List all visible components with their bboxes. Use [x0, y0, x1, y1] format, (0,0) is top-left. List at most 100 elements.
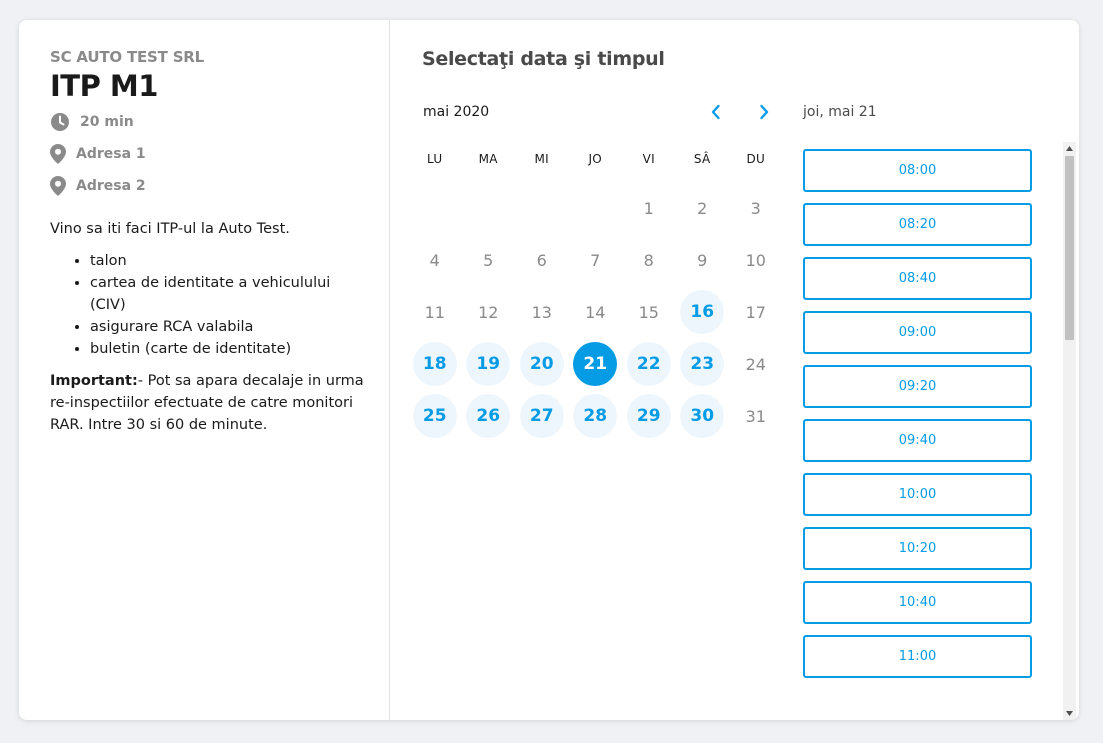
- day-number: 24: [745, 354, 766, 374]
- chevron-right-icon: [760, 104, 769, 120]
- calendar-day-available[interactable]: 22: [622, 338, 676, 390]
- calendar-day: 1: [622, 182, 676, 234]
- day-number: 4: [429, 250, 440, 270]
- page-title: Selectaţi data şi timpul: [422, 48, 665, 70]
- day-number: 20: [519, 342, 564, 386]
- day-number: 2: [697, 198, 708, 218]
- calendar-day-empty: [462, 182, 516, 234]
- day-number: 25: [412, 394, 457, 438]
- day-number: 7: [590, 250, 601, 270]
- calendar-day: 13: [515, 286, 569, 338]
- prev-month-button[interactable]: [704, 100, 728, 124]
- calendar-day-available[interactable]: 20: [515, 338, 569, 390]
- time-slot-button[interactable]: 08:40: [803, 257, 1032, 300]
- event-description: Vino sa iti faci ITP-ul la Auto Test. ta…: [50, 218, 369, 436]
- weekday-label: JO: [588, 152, 603, 166]
- calendar-day-selected[interactable]: 21: [569, 338, 623, 390]
- list-item: cartea de identitate a vehiculului (CIV): [90, 272, 369, 316]
- location-text-1: Adresa 1: [76, 146, 146, 162]
- day-number: 6: [536, 250, 547, 270]
- weekday-label: DU: [746, 152, 766, 166]
- day-number: 28: [573, 394, 618, 438]
- important-note: Important:- Pot sa apara decalaje in urm…: [50, 370, 369, 436]
- day-number: 17: [745, 302, 766, 322]
- time-slot-button[interactable]: 08:20: [803, 203, 1032, 246]
- calendar-day-available[interactable]: 19: [462, 338, 516, 390]
- calendar-week-row: 4 5 6 7 8 9 10: [408, 234, 783, 286]
- calendar-week-row: 1 2 3: [408, 182, 783, 234]
- description-intro: Vino sa iti faci ITP-ul la Auto Test.: [50, 221, 290, 237]
- calendar-day-available[interactable]: 16: [676, 286, 730, 338]
- event-title: ITP M1: [50, 69, 158, 103]
- day-number: 23: [680, 342, 725, 386]
- map-pin-icon: [50, 176, 66, 196]
- calendar-day-empty: [569, 182, 623, 234]
- calendar-day-available[interactable]: 27: [515, 390, 569, 442]
- list-item: talon: [90, 250, 369, 272]
- event-details-panel: SC AUTO TEST SRL ITP M1 20 min Adresa 1: [19, 20, 390, 720]
- calendar-day: 9: [676, 234, 730, 286]
- time-slot-button[interactable]: 10:20: [803, 527, 1032, 570]
- scrollbar-thumb[interactable]: [1065, 156, 1074, 340]
- next-month-button[interactable]: [752, 100, 776, 124]
- calendar-day: 3: [729, 182, 783, 234]
- weekday-label: LU: [427, 152, 443, 166]
- time-slot-scrollbar[interactable]: [1063, 142, 1076, 720]
- calendar-day: 14: [569, 286, 623, 338]
- day-number: 5: [483, 250, 494, 270]
- requirements-list: talon cartea de identitate a vehiculului…: [90, 250, 369, 360]
- calendar-day-available[interactable]: 25: [408, 390, 462, 442]
- calendar-week-row: 25 26 27 28 29 30 31: [408, 390, 783, 442]
- chevron-left-icon: [711, 104, 720, 120]
- calendar-day: 7: [569, 234, 623, 286]
- calendar-day: 12: [462, 286, 516, 338]
- day-number: 22: [626, 342, 671, 386]
- calendar-day-available[interactable]: 29: [622, 390, 676, 442]
- day-number: 30: [680, 394, 725, 438]
- calendar-day-available[interactable]: 18: [408, 338, 462, 390]
- list-item: buletin (carte de identitate): [90, 338, 369, 360]
- calendar-day: 17: [729, 286, 783, 338]
- day-number: 18: [412, 342, 457, 386]
- company-name: SC AUTO TEST SRL: [50, 48, 205, 66]
- calendar-day: 24: [729, 338, 783, 390]
- day-number: 3: [750, 198, 761, 218]
- duration-row: 20 min: [50, 112, 369, 132]
- calendar-day-available[interactable]: 26: [462, 390, 516, 442]
- map-pin-icon: [50, 144, 66, 164]
- calendar-day: 6: [515, 234, 569, 286]
- weekday-label: MA: [478, 152, 498, 166]
- clock-icon: [50, 112, 70, 132]
- time-slot-button[interactable]: 09:20: [803, 365, 1032, 408]
- day-number: 11: [424, 302, 445, 322]
- calendar-day: 10: [729, 234, 783, 286]
- day-number: 31: [745, 406, 766, 426]
- weekday-header: LU MA MI JO VI SÂ DU: [408, 152, 783, 166]
- calendar-day-available[interactable]: 28: [569, 390, 623, 442]
- scroll-down-arrow[interactable]: [1063, 707, 1076, 720]
- time-slot-button[interactable]: 10:00: [803, 473, 1032, 516]
- important-label: Important:: [50, 373, 138, 389]
- time-slot-button[interactable]: 08:00: [803, 149, 1032, 192]
- day-number: 14: [585, 302, 606, 322]
- calendar-day: 8: [622, 234, 676, 286]
- calendar-day: 15: [622, 286, 676, 338]
- date-time-panel: Selectaţi data şi timpul mai 2020 LU MA …: [390, 20, 1079, 720]
- time-slot-list[interactable]: 08:00 08:20 08:40 09:00 09:20 09:40 10:00 10:20…: [803, 144, 1067, 720]
- calendar-week-row: 11 12 13 14 15 16 17: [408, 286, 783, 338]
- day-number: 9: [697, 250, 708, 270]
- calendar-day-available[interactable]: 23: [676, 338, 730, 390]
- time-slot-button[interactable]: 11:00: [803, 635, 1032, 678]
- calendar-day-available[interactable]: 30: [676, 390, 730, 442]
- scroll-up-arrow[interactable]: [1063, 142, 1076, 155]
- time-slot-button[interactable]: 09:40: [803, 419, 1032, 462]
- time-slot-button[interactable]: 09:00: [803, 311, 1032, 354]
- day-number: 8: [643, 250, 654, 270]
- day-number: 21: [573, 342, 618, 386]
- day-number: 10: [745, 250, 766, 270]
- calendar-day: 31: [729, 390, 783, 442]
- calendar-day: 11: [408, 286, 462, 338]
- duration-text: 20 min: [80, 114, 134, 130]
- day-number: 19: [466, 342, 511, 386]
- time-slot-button[interactable]: 10:40: [803, 581, 1032, 624]
